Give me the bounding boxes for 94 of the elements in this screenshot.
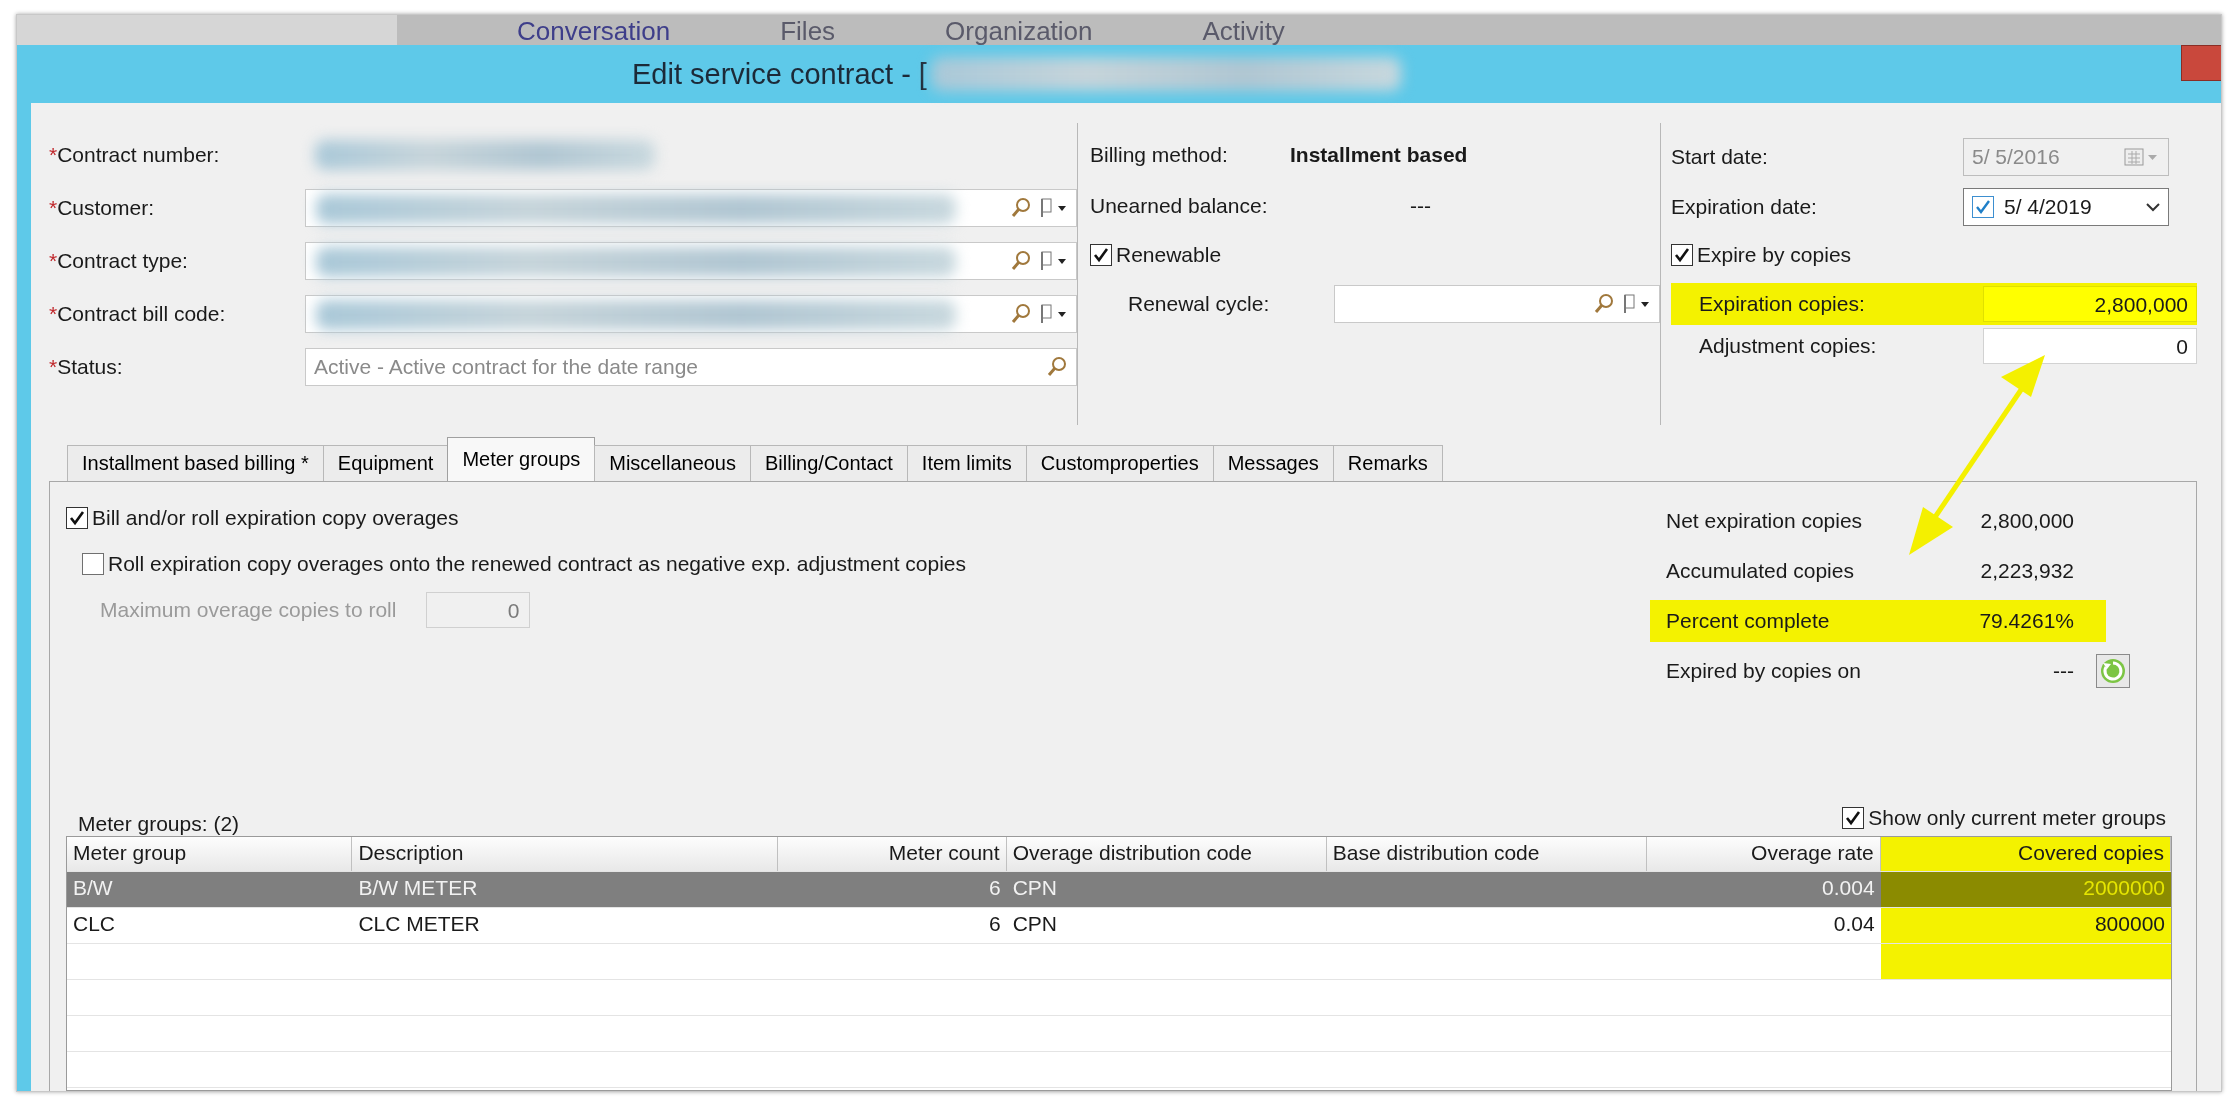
column-header[interactable]: Covered copies bbox=[1880, 837, 2171, 871]
tab[interactable]: Remarks bbox=[1332, 445, 1443, 481]
section-title: Meter groups: (2) bbox=[78, 812, 240, 836]
refresh-button[interactable] bbox=[2096, 654, 2130, 688]
flag-dropdown-icon[interactable] bbox=[1040, 303, 1068, 325]
checkbox-label[interactable]: Bill and/or roll expiration copy overages bbox=[92, 506, 459, 530]
checkbox-label[interactable]: Show only current meter groups bbox=[1868, 806, 2166, 830]
checkbox[interactable] bbox=[82, 553, 104, 575]
column-header[interactable]: Overage distribution code bbox=[1006, 837, 1327, 871]
checkbox-label[interactable]: Expire by copies bbox=[1697, 243, 1852, 267]
tab[interactable]: Customproperties bbox=[1025, 445, 1214, 481]
lookup-field[interactable] bbox=[305, 189, 1077, 227]
search-icon[interactable] bbox=[1010, 303, 1032, 325]
flag-dropdown-icon[interactable] bbox=[1040, 250, 1068, 272]
table-cell: 800000 bbox=[2094, 912, 2165, 935]
number-field[interactable]: 2,800,000 bbox=[1983, 286, 2197, 322]
required-marker: * bbox=[49, 302, 58, 326]
table-cell: 0.04 bbox=[1833, 912, 1875, 935]
tab[interactable]: Equipment bbox=[322, 445, 449, 481]
flag-dropdown-icon[interactable] bbox=[1040, 197, 1068, 219]
column-header[interactable]: Meter group bbox=[67, 837, 353, 871]
table-cell: 0.004 bbox=[1822, 876, 1875, 899]
field-label: Adjustment copies: bbox=[1698, 334, 1878, 358]
column-header[interactable]: Description bbox=[352, 837, 778, 871]
table-cell: B/W bbox=[73, 876, 113, 899]
column-header[interactable]: Meter count bbox=[777, 837, 1007, 871]
nav-link[interactable]: Activity bbox=[1202, 17, 1285, 45]
stat-label: Expired by copies on bbox=[1666, 659, 1862, 683]
window-title: Edit service contract - [ bbox=[632, 57, 927, 91]
field-label: Start date: bbox=[1671, 145, 1769, 169]
field-value: Installment based bbox=[1290, 143, 1468, 167]
checkbox[interactable] bbox=[1972, 196, 1994, 218]
field-label: Expiration date: bbox=[1671, 195, 1818, 219]
checkbox[interactable] bbox=[66, 507, 88, 529]
table-cell: 6 bbox=[988, 876, 1001, 899]
checkbox[interactable] bbox=[1090, 244, 1112, 266]
checkbox-label[interactable]: Roll expiration copy overages onto the renewed contract as negative exp. adjustment copies bbox=[108, 552, 966, 576]
stat-value: --- bbox=[2052, 659, 2074, 683]
search-icon[interactable] bbox=[1010, 197, 1032, 219]
field-label: Maximum overage copies to roll bbox=[100, 598, 397, 622]
table-cell: CLC METER bbox=[358, 912, 480, 935]
search-icon[interactable] bbox=[1046, 356, 1068, 378]
required-marker: * bbox=[49, 355, 58, 379]
lookup-field[interactable] bbox=[305, 242, 1077, 280]
table-cell: 6 bbox=[988, 912, 1001, 935]
stat-label: Net expiration copies bbox=[1666, 509, 1864, 533]
table-cell: CPN bbox=[1012, 876, 1057, 899]
nav-link[interactable]: Organization bbox=[945, 17, 1093, 45]
tab[interactable]: Miscellaneous bbox=[594, 445, 751, 481]
lookup-field[interactable] bbox=[305, 295, 1077, 333]
table-row[interactable]: B/W B/W METER 6 CPN 0.004 2000000 bbox=[67, 872, 2171, 908]
nav-link[interactable]: Conversation bbox=[517, 17, 671, 45]
stat-label: Percent complete bbox=[1666, 609, 1831, 633]
table-cell: 2000000 bbox=[2083, 876, 2165, 899]
field-label: Unearned balance: bbox=[1090, 194, 1269, 218]
field-label: Contract bill code: bbox=[57, 302, 226, 326]
date-field[interactable]: 5/ 4/2019 bbox=[1963, 188, 2169, 226]
checkbox[interactable] bbox=[1842, 807, 1865, 829]
stat-label: Accumulated copies bbox=[1666, 559, 1855, 583]
field-label: Contract number: bbox=[57, 143, 220, 167]
field-label: Status: bbox=[57, 355, 123, 379]
number-field[interactable]: 0 bbox=[1983, 328, 2197, 364]
chevron-down-icon[interactable] bbox=[2146, 202, 2160, 212]
field-value: Active - Active contract for the date range bbox=[314, 355, 700, 379]
required-marker: * bbox=[49, 249, 58, 273]
tab[interactable]: Messages bbox=[1212, 445, 1334, 481]
field-label: Billing method: bbox=[1090, 143, 1229, 167]
required-marker: * bbox=[49, 196, 58, 220]
stat-value: 2,800,000 bbox=[1979, 509, 2074, 533]
nav-link[interactable]: Files bbox=[780, 17, 836, 45]
table-row[interactable]: CLC CLC METER 6 CPN 0.04 800000 bbox=[67, 908, 2171, 944]
flag-dropdown-icon[interactable] bbox=[1623, 293, 1651, 315]
table-cell: CPN bbox=[1012, 912, 1057, 935]
table-cell: CLC bbox=[73, 912, 115, 935]
stat-value: 79.4261% bbox=[1978, 609, 2074, 633]
table-cell: B/W METER bbox=[358, 876, 478, 899]
checkbox[interactable] bbox=[1671, 244, 1693, 266]
tab[interactable]: Billing/Contact bbox=[750, 445, 908, 481]
tab[interactable]: Meter groups bbox=[447, 437, 596, 481]
tab[interactable]: Installment based billing * bbox=[67, 445, 324, 481]
tab[interactable]: Item limits bbox=[906, 445, 1027, 481]
field-label: Renewal cycle: bbox=[1128, 292, 1271, 316]
field-label: Contract type: bbox=[57, 249, 188, 273]
search-icon[interactable] bbox=[1010, 250, 1032, 272]
search-icon[interactable] bbox=[1593, 293, 1615, 315]
field-label: Customer: bbox=[57, 196, 155, 220]
field-label: Expiration copies: bbox=[1698, 292, 1866, 316]
stat-value: 2,223,932 bbox=[1979, 559, 2074, 583]
column-header[interactable]: Overage rate bbox=[1647, 837, 1881, 871]
checkbox-label[interactable]: Renewable bbox=[1116, 243, 1222, 267]
column-header[interactable]: Base distribution code bbox=[1326, 837, 1647, 871]
lookup-field[interactable] bbox=[1334, 285, 1660, 323]
field-value: --- bbox=[1410, 194, 1431, 218]
required-marker: * bbox=[49, 143, 58, 167]
